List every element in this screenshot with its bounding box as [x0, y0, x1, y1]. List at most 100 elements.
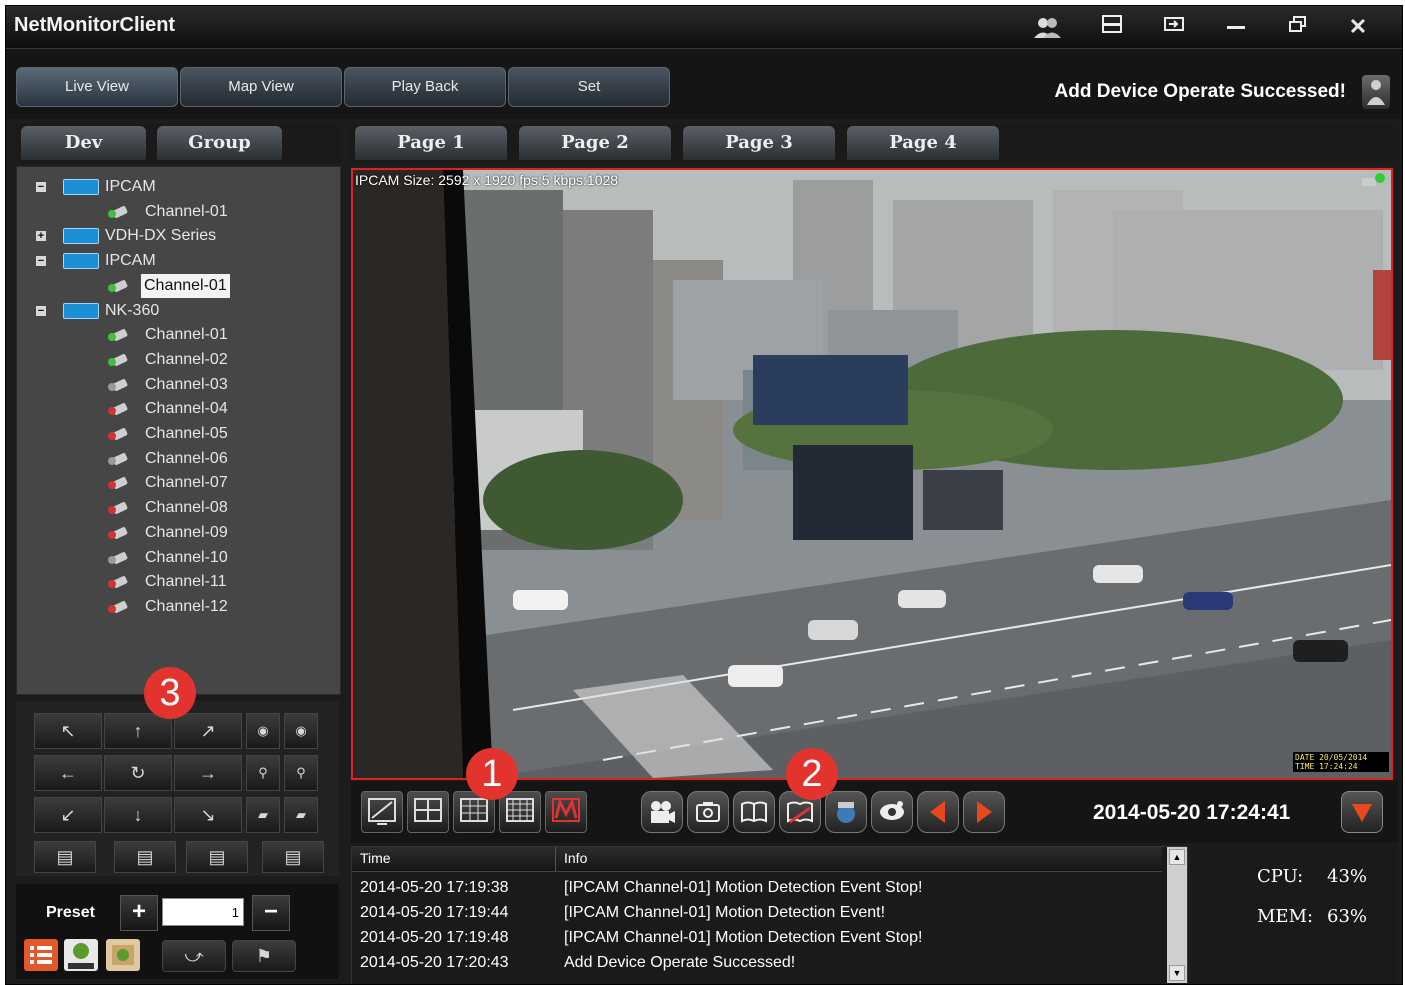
tree-channel-node[interactable]: Channel-12 [17, 595, 337, 619]
preset-number-input[interactable] [162, 898, 244, 926]
tab-page-1[interactable]: Page 1 [355, 126, 507, 160]
preset-remove-button[interactable]: − [252, 895, 290, 931]
tab-page-2[interactable]: Page 2 [519, 126, 671, 160]
channel-label: Channel-09 [145, 523, 228, 541]
device-config-icon[interactable] [106, 939, 140, 971]
tree-device-node[interactable]: − IPCAM [17, 249, 337, 273]
tree-channel-node[interactable]: Channel-01 [17, 273, 337, 298]
tree-channel-node[interactable]: Channel-02 [17, 348, 337, 372]
preset-add-button[interactable]: + [120, 895, 158, 931]
ptz-up-left-button[interactable]: ↖ [34, 713, 102, 749]
minimize-to-bar-icon[interactable] [1097, 14, 1127, 40]
log-scrollbar[interactable]: ▲ ▼ [1167, 847, 1187, 983]
tab-group[interactable]: Group [157, 126, 282, 160]
device-label: IPCAM [105, 178, 156, 195]
snapshot-icon[interactable] [687, 791, 729, 833]
rs485-icon[interactable] [64, 939, 98, 971]
camera-icon [107, 599, 129, 615]
tree-channel-node[interactable]: Channel-01 [17, 200, 337, 224]
tab-map-view[interactable]: Map View [180, 67, 342, 107]
ptz-down-left-button[interactable]: ↙ [34, 797, 102, 833]
log-info: [IPCAM Channel-01] Motion Detection Even… [564, 929, 923, 946]
ptz-right-button[interactable]: → [174, 755, 242, 791]
collapse-icon[interactable]: − [36, 182, 46, 193]
ptz-down-button[interactable]: ↓ [104, 797, 172, 833]
ptz-cruise-icon[interactable]: ⤻ [162, 940, 226, 972]
next-page-icon[interactable] [963, 791, 1005, 833]
close-icon[interactable]: ✕ [1343, 14, 1373, 40]
annotation-badge-1: 1 [466, 748, 518, 800]
scroll-up-icon[interactable]: ▲ [1169, 849, 1185, 865]
motion-record-icon[interactable] [545, 791, 587, 833]
preset-next-icon[interactable]: ▤ [114, 841, 176, 873]
log-column-time[interactable]: Time [360, 850, 391, 866]
tab-dev[interactable]: Dev [21, 126, 146, 160]
expand-icon[interactable]: + [36, 231, 46, 242]
tree-channel-node[interactable]: Channel-09 [17, 521, 337, 545]
tree-device-node[interactable]: − IPCAM [17, 175, 337, 199]
ptz-down-right-button[interactable]: ↘ [174, 797, 242, 833]
iris-open-icon[interactable]: ▰ [246, 797, 280, 833]
ptz-up-right-button[interactable]: ↗ [174, 713, 242, 749]
maximize-icon[interactable] [1283, 14, 1313, 40]
layout-4-icon[interactable] [407, 791, 449, 833]
mem-label: MEM: [1257, 906, 1314, 927]
layout-1-icon[interactable] [361, 791, 403, 833]
channel-label: Channel-07 [145, 474, 228, 492]
tree-channel-node[interactable]: Channel-05 [17, 422, 337, 446]
log-time: 2014-05-20 17:19:44 [360, 904, 509, 921]
tree-channel-node[interactable]: Channel-04 [17, 397, 337, 421]
preset-first-icon[interactable]: ▤ [34, 841, 96, 873]
tab-play-back[interactable]: Play Back [344, 67, 506, 107]
list-icon[interactable] [24, 939, 58, 971]
tree-channel-node[interactable]: Channel-08 [17, 496, 337, 520]
focus-far-icon[interactable]: ◉ [284, 713, 318, 749]
camera-status-icon [1361, 172, 1387, 190]
log-column-info[interactable]: Info [564, 850, 587, 866]
tab-live-view[interactable]: Live View [16, 67, 178, 107]
tree-channel-node[interactable]: Channel-06 [17, 447, 337, 471]
minimize-icon[interactable] [1221, 14, 1251, 40]
tree-channel-node[interactable]: Channel-11 [17, 570, 337, 594]
focus-near-icon[interactable]: ◉ [246, 713, 280, 749]
ptz-track-icon[interactable]: ⚑ [232, 940, 296, 972]
iris-close-icon[interactable]: ▰ [284, 797, 318, 833]
tree-device-node[interactable]: + VDH-DX Series [17, 224, 337, 248]
log-time: 2014-05-20 17:19:38 [360, 879, 509, 896]
users-icon[interactable] [1032, 14, 1062, 40]
device-tree: − IPCAM Channel-01 + VDH-DX Series − IPCAM Chan… [16, 166, 341, 695]
zoom-in-icon[interactable]: ⚲ [246, 755, 280, 791]
tree-channel-node[interactable]: Channel-07 [17, 471, 337, 495]
open-book-icon[interactable] [733, 791, 775, 833]
tree-channel-node[interactable]: Channel-10 [17, 546, 337, 570]
tab-page-4[interactable]: Page 4 [847, 126, 999, 160]
channel-label: Channel-08 [145, 499, 228, 517]
tree-channel-node[interactable]: Channel-01 [17, 323, 337, 347]
device-icon [63, 179, 99, 195]
preset-delete-icon[interactable]: ▤ [262, 841, 324, 873]
tab-page-3[interactable]: Page 3 [683, 126, 835, 160]
tree-channel-node[interactable]: Channel-03 [17, 373, 337, 397]
camera-icon [107, 451, 129, 467]
record-video-icon[interactable] [641, 791, 683, 833]
tab-set[interactable]: Set [508, 67, 670, 107]
scroll-down-icon[interactable]: ▼ [1169, 965, 1185, 981]
device-icon [63, 228, 99, 245]
layout-16-icon[interactable] [499, 791, 541, 833]
collapse-icon[interactable]: − [36, 256, 46, 267]
ptz-auto-button[interactable]: ↻ [104, 755, 172, 791]
user-icon[interactable] [1362, 75, 1390, 109]
previous-page-icon[interactable] [917, 791, 959, 833]
video-view[interactable]: IPCAM Size: 2592 x 1920 fps:5 kbps:1028 … [351, 168, 1393, 780]
tree-device-node[interactable]: − NK-360 [17, 299, 337, 323]
preset-save-icon[interactable]: ▤ [186, 841, 248, 873]
expand-down-icon[interactable] [1341, 791, 1383, 833]
collapse-icon[interactable]: − [36, 305, 46, 316]
audio-camera-icon[interactable] [825, 791, 867, 833]
channel-label: Channel-02 [145, 350, 228, 368]
view-eye-icon[interactable] [871, 791, 913, 833]
ptz-up-button[interactable]: ↑ [104, 713, 172, 749]
zoom-out-icon[interactable]: ⚲ [284, 755, 318, 791]
restore-icon[interactable] [1159, 14, 1189, 40]
ptz-left-button[interactable]: ← [34, 755, 102, 791]
